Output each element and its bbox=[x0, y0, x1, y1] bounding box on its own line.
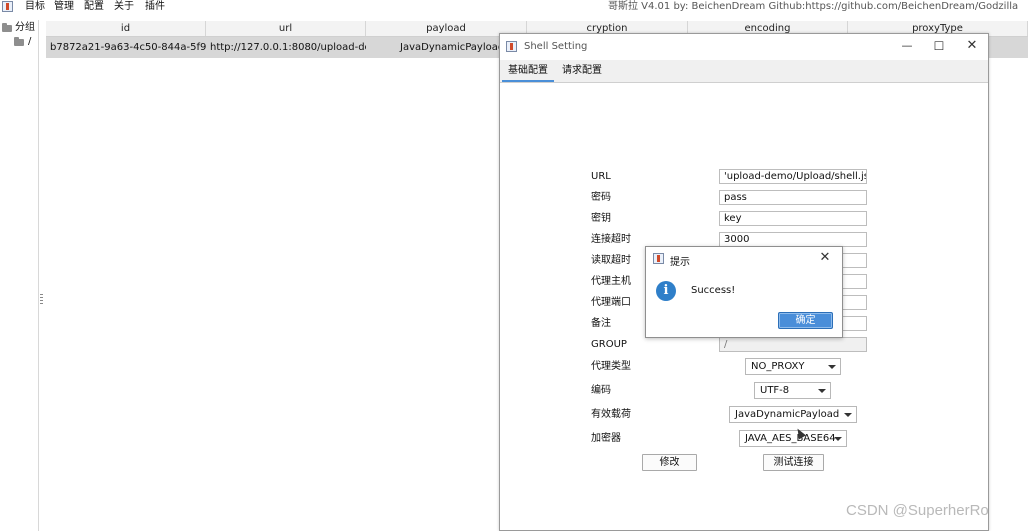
column-header-id[interactable]: id bbox=[46, 21, 206, 36]
modify-button[interactable]: 修改 bbox=[642, 454, 697, 471]
window-title: 哥斯拉 V4.01 by: BeichenDream Github:https:… bbox=[608, 1, 1019, 12]
group-tree: 分组 / bbox=[0, 20, 39, 531]
settings-tabs: 基础配置 请求配置 bbox=[500, 60, 988, 83]
group-label: GROUP bbox=[591, 339, 627, 350]
dialog-message: Success! bbox=[691, 285, 736, 296]
ok-button[interactable]: 确定 bbox=[778, 312, 833, 329]
payload-value: JavaDynamicPayload bbox=[735, 409, 840, 420]
tab-request-config[interactable]: 请求配置 bbox=[556, 60, 608, 82]
tab-basic-config[interactable]: 基础配置 bbox=[502, 60, 554, 82]
cryption-label: 加密器 bbox=[591, 433, 621, 444]
close-icon[interactable]: ✕ bbox=[965, 39, 979, 53]
menu-manage[interactable]: 管理 bbox=[54, 1, 74, 13]
chevron-down-icon bbox=[818, 389, 826, 393]
password-input[interactable]: pass bbox=[719, 190, 867, 205]
watermark: CSDN @SuperherRo bbox=[846, 502, 989, 519]
tree-root-label[interactable]: 分组 bbox=[15, 22, 35, 33]
tree-child-label[interactable]: / bbox=[28, 36, 31, 47]
java-app-icon bbox=[506, 41, 517, 52]
shell-setting-titlebar[interactable]: Shell Setting — ☐ ✕ bbox=[500, 34, 988, 60]
column-header-url[interactable]: url bbox=[206, 21, 366, 36]
conn-timeout-input[interactable]: 3000 bbox=[719, 232, 867, 247]
read-timeout-label: 读取超时 bbox=[591, 255, 631, 266]
key-input[interactable]: key bbox=[719, 211, 867, 226]
proxy-type-value: NO_PROXY bbox=[751, 361, 805, 372]
folder-icon bbox=[14, 37, 24, 46]
info-icon: i bbox=[656, 281, 676, 301]
conn-timeout-label: 连接超时 bbox=[591, 234, 631, 245]
proxy-type-label: 代理类型 bbox=[591, 361, 631, 372]
password-label: 密码 bbox=[591, 192, 611, 203]
key-label: 密钥 bbox=[591, 213, 611, 224]
message-dialog: 提示 ✕ i Success! 确定 bbox=[645, 246, 843, 338]
encoding-value: UTF-8 bbox=[760, 385, 790, 396]
encoding-select[interactable]: UTF-8 bbox=[754, 382, 831, 399]
proxy-host-label: 代理主机 bbox=[591, 276, 631, 287]
splitter-handle[interactable] bbox=[40, 294, 43, 304]
chevron-down-icon bbox=[844, 413, 852, 417]
godzilla-app: 目标 管理 配置 关于 插件 哥斯拉 V4.01 by: BeichenDrea… bbox=[0, 0, 1028, 531]
remark-label: 备注 bbox=[591, 318, 611, 329]
menu-bar: 目标 管理 配置 关于 插件 哥斯拉 V4.01 by: BeichenDrea… bbox=[0, 0, 1028, 14]
menu-target[interactable]: 目标 bbox=[25, 1, 45, 13]
cell-url: http://127.0.0.1:8080/upload-dem... bbox=[210, 42, 366, 53]
test-connection-button[interactable]: 测试连接 bbox=[763, 454, 824, 471]
menu-plugins[interactable]: 插件 bbox=[145, 1, 165, 13]
url-label: URL bbox=[591, 171, 611, 182]
java-app-icon bbox=[2, 1, 13, 12]
chevron-down-icon bbox=[834, 437, 842, 441]
minimize-icon[interactable]: — bbox=[900, 39, 914, 53]
maximize-icon[interactable]: ☐ bbox=[932, 39, 946, 53]
cryption-value: JAVA_AES_BASE64 bbox=[745, 433, 836, 444]
dialog-title: 提示 bbox=[670, 257, 690, 268]
proxy-type-select[interactable]: NO_PROXY bbox=[745, 358, 841, 375]
menu-config[interactable]: 配置 bbox=[84, 1, 104, 13]
proxy-port-label: 代理端口 bbox=[591, 297, 631, 308]
chevron-down-icon bbox=[828, 365, 836, 369]
close-icon[interactable]: ✕ bbox=[818, 251, 832, 265]
java-app-icon bbox=[653, 253, 664, 264]
payload-select[interactable]: JavaDynamicPayload bbox=[729, 406, 857, 423]
payload-label: 有效载荷 bbox=[591, 409, 631, 420]
group-input: / bbox=[719, 337, 867, 352]
url-input[interactable]: 'upload-demo/Upload/shell.jsp bbox=[719, 169, 867, 184]
cell-id: b7872a21-9a63-4c50-844a-5f94d... bbox=[50, 42, 206, 53]
cryption-select[interactable]: JAVA_AES_BASE64 bbox=[739, 430, 847, 447]
encoding-label: 编码 bbox=[591, 385, 611, 396]
shell-setting-title: Shell Setting bbox=[524, 41, 588, 52]
folder-icon bbox=[2, 23, 12, 32]
menu-about[interactable]: 关于 bbox=[114, 1, 134, 13]
